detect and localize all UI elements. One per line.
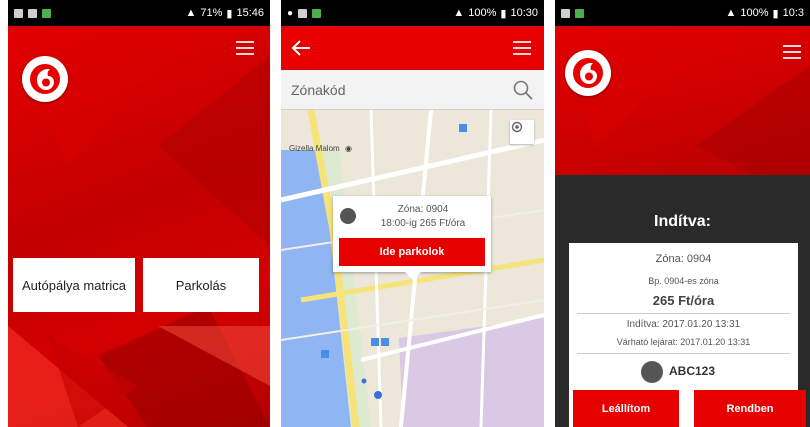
detail-zone: Zóna: 0904 (655, 253, 712, 265)
notification-icon (14, 8, 23, 18)
ok-button[interactable]: Rendben (694, 390, 806, 427)
clock: 15:46 (236, 7, 264, 19)
signal-icon: ▲ (453, 7, 465, 19)
locate-icon[interactable] (510, 120, 534, 144)
stop-parking-button[interactable]: Leállítom (573, 390, 679, 427)
app-bar (281, 26, 544, 70)
vodafone-logo (22, 56, 68, 102)
poi-label-gizella-malom: Gizella Malom (289, 144, 340, 153)
divider (577, 353, 790, 354)
status-bar: ▲ 71% ▮ 15:46 (8, 0, 270, 26)
zone-search-bar: Zónakód (281, 70, 544, 110)
divider (577, 313, 790, 314)
battery-icon: ▮ (226, 7, 233, 20)
park-here-button[interactable]: Ide parkolok (339, 238, 485, 266)
gallery-icon (28, 8, 37, 18)
battery-icon: ▮ (772, 7, 779, 20)
vodafone-logo (565, 50, 611, 96)
app-icon (575, 8, 584, 18)
zone-info-popup: Zóna: 0904 18:00-ig 265 Ft/óra Ide parko… (333, 196, 491, 280)
detail-started: Indítva: 2017.01.20 13:31 (626, 319, 741, 330)
parking-button[interactable]: Parkolás (143, 258, 259, 312)
battery-level: 100% (468, 7, 497, 19)
dialog-title: Indítva: (654, 213, 711, 230)
popup-zone: Zóna: 0904 (397, 204, 449, 215)
gallery-icon (561, 8, 570, 18)
license-plate: ABC123 (669, 364, 716, 378)
detail-price: 265 Ft/óra (652, 293, 715, 308)
search-icon[interactable] (512, 79, 534, 101)
crosshair-icon (511, 121, 523, 133)
signal-icon: ▲ (725, 7, 737, 19)
status-bar: ▲ 100% ▮ 10:3 (555, 0, 810, 26)
car-icon (340, 208, 356, 224)
vodafone-logo-mark (573, 58, 603, 88)
map-marker-icon: ◉ (345, 144, 352, 153)
menu-icon[interactable] (236, 41, 254, 55)
car-icon (641, 361, 663, 383)
phone-screen-map: ● ▲ 100% ▮ 10:30 Zónakód Gizella Malom ◉… (281, 0, 544, 427)
battery-icon: ▮ (500, 7, 507, 20)
signal-icon: ▲ (185, 7, 197, 19)
detail-zone-name: Bp. 0904-es zóna (648, 276, 719, 286)
phone-screen-parking-started: ▲ 100% ▮ 10:3 Indítva: Zóna: 0904 Bp. 09… (555, 0, 810, 427)
location-icon: ● (287, 7, 294, 19)
menu-icon[interactable] (783, 45, 801, 59)
phone-screen-home: ▲ 71% ▮ 15:46 Autópálya matrica Parkolás (8, 0, 270, 427)
back-arrow-icon[interactable] (291, 39, 311, 57)
menu-icon[interactable] (513, 41, 531, 55)
highway-vignette-button[interactable]: Autópálya matrica (13, 258, 135, 312)
popup-time-price: 18:00-ig 265 Ft/óra (380, 218, 466, 229)
battery-level: 100% (740, 7, 769, 19)
status-bar: ● ▲ 100% ▮ 10:30 (281, 0, 544, 26)
gallery-icon (298, 8, 308, 18)
zone-code-input[interactable]: Zónakód (291, 82, 512, 98)
battery-level: 71% (200, 7, 223, 19)
vodafone-logo-mark (30, 64, 60, 94)
map-view[interactable]: Gizella Malom ◉ Zóna: 0904 18:00-ig 265 … (281, 110, 544, 427)
app-icon (312, 8, 322, 18)
detail-expiry: Várható lejárat: 2017.01.20 13:31 (616, 337, 751, 347)
app-icon (42, 8, 51, 18)
clock: 10:30 (510, 7, 538, 19)
clock: 10:3 (782, 7, 804, 19)
